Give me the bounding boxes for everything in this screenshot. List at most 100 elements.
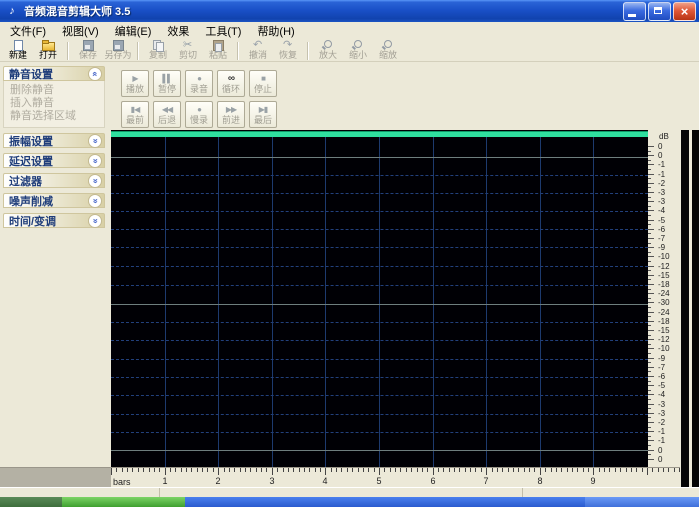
bar-tick	[508, 468, 509, 472]
bar-tick	[492, 468, 493, 472]
go-end-icon: ▶▮	[258, 104, 269, 114]
bar-tick	[475, 468, 476, 472]
db-tick	[648, 339, 654, 340]
sidebar-panel-time-pitch: 时间/变调 »	[3, 213, 105, 228]
bar-tick	[572, 468, 573, 472]
transport-slow-record-button[interactable]: ● 慢录	[185, 101, 213, 128]
bar-tick	[679, 468, 680, 472]
menu-item-edit[interactable]: 编辑(E)	[107, 21, 160, 41]
db-tick-label: -4	[658, 390, 666, 399]
bars-ruler[interactable]: bars 1 2 3 4 5 6 7 8 9	[111, 467, 680, 487]
bar-number: 6	[430, 476, 436, 486]
minimize-button[interactable]	[623, 1, 646, 21]
db-tick-label: -3	[658, 400, 666, 409]
transport-forward-button[interactable]: ▶▶ 前进	[217, 101, 245, 128]
toolbar-redo-button[interactable]: 恢复	[273, 38, 303, 61]
db-tick-minor	[648, 160, 651, 161]
panel-header-time-pitch[interactable]: 时间/变调 »	[3, 213, 105, 228]
panel-header-delay-settings[interactable]: 延迟设置 »	[3, 153, 105, 168]
panel-header-filters[interactable]: 过滤器 »	[3, 173, 105, 188]
panel-item[interactable]: 静音选择区域	[4, 110, 104, 123]
transport-rewind-button[interactable]: ◀◀ 后退	[153, 101, 181, 128]
bars-ruler-label: bars	[113, 477, 131, 487]
toolbar-paste-button[interactable]: 粘贴	[203, 40, 233, 61]
db-tick-minor	[648, 169, 651, 170]
grid-hline	[111, 266, 648, 267]
bar-tick	[240, 468, 241, 472]
right-panel-strip-1	[681, 130, 689, 487]
grid-vline	[433, 137, 434, 467]
bar-tick	[481, 468, 482, 472]
sidebar: 静音设置» 删除静音 插入静音 静音选择区域 振幅设置» 延迟设置» 过滤器» 噪声削减» 时间…	[0, 62, 108, 467]
bar-tick	[406, 468, 407, 472]
menu-item-file[interactable]: 文件(F)	[2, 21, 54, 41]
bar-tick	[299, 468, 300, 472]
bar-tick	[331, 468, 332, 472]
db-tick	[648, 385, 654, 386]
menu-item-tools[interactable]: 工具(T)	[197, 21, 249, 41]
track-corner-panel	[0, 467, 111, 487]
collapse-chevron-icon[interactable]: »	[88, 66, 102, 81]
bar-tick	[529, 468, 530, 472]
loop-icon: ∞	[227, 72, 235, 84]
toolbar-zoom-fit-button[interactable]: 缩放	[373, 40, 403, 61]
db-tick-label: -10	[658, 344, 670, 353]
bar-tick	[165, 468, 166, 475]
expand-chevron-icon[interactable]: »	[88, 153, 102, 168]
taskbar-window-button[interactable]	[585, 497, 699, 507]
panel-title: 噪声削减	[9, 195, 53, 208]
transport-record-button[interactable]: ● 录音	[185, 70, 213, 97]
bar-tick	[636, 468, 637, 472]
title-bar: ♪ 音频混音剪辑大师 3.5 ×	[0, 0, 699, 22]
panel-item[interactable]: 插入静音	[4, 97, 104, 110]
bar-tick	[288, 468, 289, 472]
transport-play-button[interactable]: ▶ 播放	[121, 70, 149, 97]
toolbar-open-button[interactable]: 打开	[33, 40, 63, 61]
transport-stop-button[interactable]: ■ 停止	[249, 70, 277, 97]
expand-chevron-icon[interactable]: »	[88, 173, 102, 188]
panel-header-noise-reduction[interactable]: 噪声削减 »	[3, 193, 105, 208]
panel-item[interactable]: 删除静音	[4, 84, 104, 97]
transport-go-start-button[interactable]: ▮◀ 最前	[121, 101, 149, 128]
grid-hline	[111, 359, 648, 360]
db-tick-minor	[648, 151, 651, 152]
redo-icon	[281, 38, 295, 51]
toolbar-undo-button[interactable]: 撤消	[243, 38, 273, 61]
panel-header-amplitude-settings[interactable]: 振幅设置 »	[3, 133, 105, 148]
expand-chevron-icon[interactable]: »	[88, 213, 102, 228]
toolbar-save-button[interactable]: 保存	[73, 40, 103, 61]
transport-loop-button[interactable]: ∞ 循环	[217, 70, 245, 97]
db-tick-label: -15	[658, 271, 670, 280]
bar-tick	[143, 468, 144, 472]
bar-tick	[502, 468, 503, 472]
bar-tick	[186, 468, 187, 472]
db-tick-minor	[648, 316, 651, 317]
bar-number: 9	[590, 476, 596, 486]
toolbar-zoom-in-button[interactable]: 放大	[313, 40, 343, 61]
toolbar-zoom-out-button[interactable]: 缩小	[343, 40, 373, 61]
bar-tick	[497, 468, 498, 472]
close-button[interactable]: ×	[673, 1, 696, 21]
expand-chevron-icon[interactable]: »	[88, 133, 102, 148]
transport-pause-button[interactable]: ▌▌ 暂停	[153, 70, 181, 97]
sidebar-panel-filters: 过滤器 »	[3, 173, 105, 188]
waveform-area[interactable]	[111, 130, 648, 467]
toolbar-copy-button[interactable]: 复制	[143, 40, 173, 61]
toolbar-saveas-button[interactable]: 另存为	[103, 40, 133, 61]
taskbar-start-button[interactable]	[62, 497, 185, 507]
db-tick-minor	[648, 353, 651, 354]
grid-hline	[111, 414, 648, 415]
expand-chevron-icon[interactable]: »	[88, 193, 102, 208]
menu-item-view[interactable]: 视图(V)	[54, 21, 107, 41]
forward-icon: ▶▶	[225, 104, 237, 114]
panel-header-silence-settings[interactable]: 静音设置 »	[3, 66, 105, 81]
bar-tick	[181, 468, 182, 472]
bar-tick	[111, 468, 112, 475]
restore-button[interactable]	[648, 1, 671, 21]
play-icon: ▶	[132, 73, 138, 83]
toolbar-new-button[interactable]: 新建	[3, 40, 33, 61]
toolbar-cut-button[interactable]: 剪切	[173, 38, 203, 61]
db-tick	[648, 146, 654, 147]
transport-go-end-button[interactable]: ▶▮ 最后	[249, 101, 277, 128]
db-tick-label: -3	[658, 188, 666, 197]
